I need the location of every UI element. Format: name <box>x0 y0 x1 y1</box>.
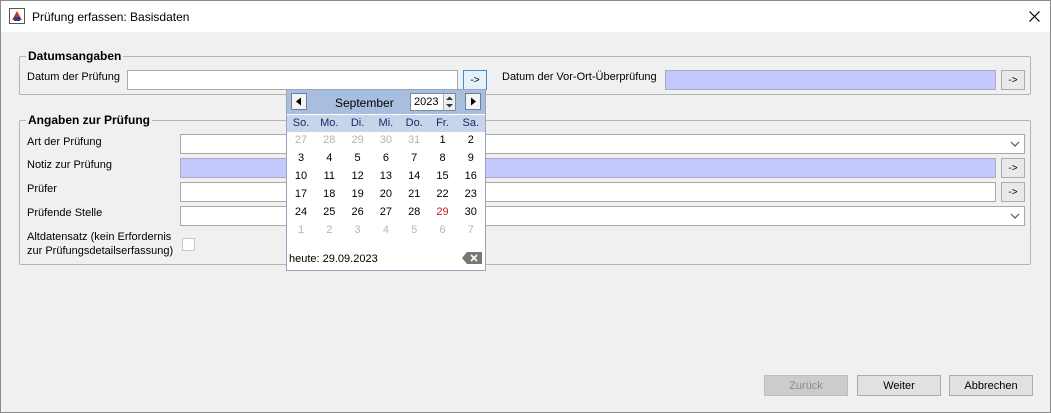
calendar-day[interactable]: 27 <box>372 206 400 218</box>
calendar-day[interactable]: 30 <box>372 134 400 146</box>
chevron-down-icon <box>1010 141 1020 147</box>
calendar-day[interactable]: 6 <box>372 152 400 164</box>
calendar-day[interactable]: 2 <box>315 224 343 236</box>
triangle-left-icon <box>296 97 301 106</box>
calendar-day[interactable]: 29 <box>429 206 457 218</box>
calendar-day[interactable]: 2 <box>457 134 485 146</box>
date-picker-button[interactable]: -> <box>463 70 487 90</box>
title-bar: Prüfung erfassen: Basisdaten <box>1 1 1050 32</box>
calendar-day[interactable]: 17 <box>287 188 315 200</box>
app-icon <box>9 8 25 24</box>
calendar-day[interactable]: 23 <box>457 188 485 200</box>
chevron-down-icon <box>1010 213 1020 219</box>
onsite-date-input[interactable] <box>665 70 996 90</box>
close-button[interactable] <box>1019 4 1049 29</box>
examiner-select-button[interactable]: -> <box>1001 182 1025 202</box>
calendar-day[interactable]: 27 <box>287 134 315 146</box>
calendar-day[interactable]: 12 <box>344 170 372 182</box>
calendar-day[interactable]: 31 <box>400 134 428 146</box>
back-button[interactable]: Zurück <box>764 375 848 396</box>
weekday-header: Mi. <box>378 117 394 129</box>
calendar-day[interactable]: 13 <box>372 170 400 182</box>
weekday-header: Di. <box>350 117 365 129</box>
calendar-day[interactable]: 4 <box>372 224 400 236</box>
calendar-day[interactable]: 18 <box>315 188 343 200</box>
calendar-day[interactable]: 6 <box>429 224 457 236</box>
calendar-day[interactable]: 28 <box>315 134 343 146</box>
calendar-day[interactable]: 5 <box>344 152 372 164</box>
spin-up-down-icon <box>446 96 453 108</box>
legacy-label-line1: Altdatensatz (kein Erfordernis <box>27 231 172 243</box>
note-label: Notiz zur Prüfung <box>27 159 112 171</box>
weekday-header: Do. <box>405 117 423 129</box>
calendar-day[interactable]: 1 <box>429 134 457 146</box>
date-picker-popup: September 2023 So. Mo. Di. Mi. Do. Fr. Sa. 27 2… <box>286 89 486 271</box>
calendar-day[interactable]: 4 <box>315 152 343 164</box>
calendar-day[interactable]: 29 <box>344 134 372 146</box>
calendar-day[interactable]: 25 <box>315 206 343 218</box>
calendar-year: 2023 <box>414 96 439 108</box>
calendar-day[interactable]: 30 <box>457 206 485 218</box>
calendar-day[interactable]: 24 <box>287 206 315 218</box>
calendar-header: September 2023 <box>287 90 485 114</box>
calendar-day[interactable]: 15 <box>429 170 457 182</box>
weekday-header: Mo. <box>320 117 339 129</box>
calendar-day[interactable]: 11 <box>315 170 343 182</box>
calendar-day[interactable]: 7 <box>400 152 428 164</box>
onsite-date-label: Datum der Vor-Ort-Überprüfung <box>502 71 657 83</box>
calendar-day[interactable]: 7 <box>457 224 485 236</box>
dialog-window: Prüfung erfassen: Basisdaten Datumsangab… <box>0 0 1051 413</box>
examiner-label: Prüfer <box>27 183 57 195</box>
triangle-right-icon <box>471 97 476 106</box>
calendar-month[interactable]: September <box>335 96 394 110</box>
calendar-day[interactable]: 20 <box>372 188 400 200</box>
cancel-button[interactable]: Abbrechen <box>949 375 1033 396</box>
weekday-header: Fr. <box>436 117 449 129</box>
calendar-weekday-row: So. Mo. Di. Mi. Do. Fr. Sa. <box>287 115 485 132</box>
calendar-day[interactable]: 26 <box>344 206 372 218</box>
close-icon <box>1028 11 1040 22</box>
type-label: Art der Prüfung <box>27 136 102 148</box>
group-dates-title: Datumsangaben <box>26 49 124 63</box>
calendar-day[interactable]: 22 <box>429 188 457 200</box>
calendar-day[interactable]: 3 <box>287 152 315 164</box>
calendar-day[interactable]: 9 <box>457 152 485 164</box>
calendar-day[interactable]: 3 <box>344 224 372 236</box>
calendar-day[interactable]: 28 <box>400 206 428 218</box>
prev-month-button[interactable] <box>291 93 307 110</box>
calendar-day[interactable]: 8 <box>429 152 457 164</box>
next-button[interactable]: Weiter <box>857 375 941 396</box>
calendar-day[interactable]: 5 <box>400 224 428 236</box>
next-month-button[interactable] <box>465 93 481 110</box>
calendar-day[interactable]: 21 <box>400 188 428 200</box>
calendar-day[interactable]: 1 <box>287 224 315 236</box>
calendar-day[interactable]: 14 <box>400 170 428 182</box>
note-edit-button[interactable]: -> <box>1001 158 1025 178</box>
legacy-label-line2: zur Prüfungsdetailserfassung) <box>27 245 174 257</box>
legacy-checkbox[interactable] <box>182 238 195 251</box>
onsite-date-picker-button[interactable]: -> <box>1001 70 1025 90</box>
group-details-title: Angaben zur Prüfung <box>26 113 152 127</box>
calendar-year-spinner[interactable]: 2023 <box>410 93 456 111</box>
weekday-header: Sa. <box>462 117 480 129</box>
clear-icon[interactable] <box>461 251 483 265</box>
window-title: Prüfung erfassen: Basisdaten <box>32 10 190 24</box>
weekday-header: So. <box>292 117 310 129</box>
date-input[interactable] <box>127 70 458 90</box>
today-label[interactable]: heute: 29.09.2023 <box>289 253 378 265</box>
calendar-day[interactable]: 10 <box>287 170 315 182</box>
calendar-day[interactable]: 16 <box>457 170 485 182</box>
office-label: Prüfende Stelle <box>27 207 103 219</box>
date-label: Datum der Prüfung <box>27 71 120 83</box>
calendar-day[interactable]: 19 <box>344 188 372 200</box>
year-spin-buttons[interactable] <box>443 94 455 110</box>
